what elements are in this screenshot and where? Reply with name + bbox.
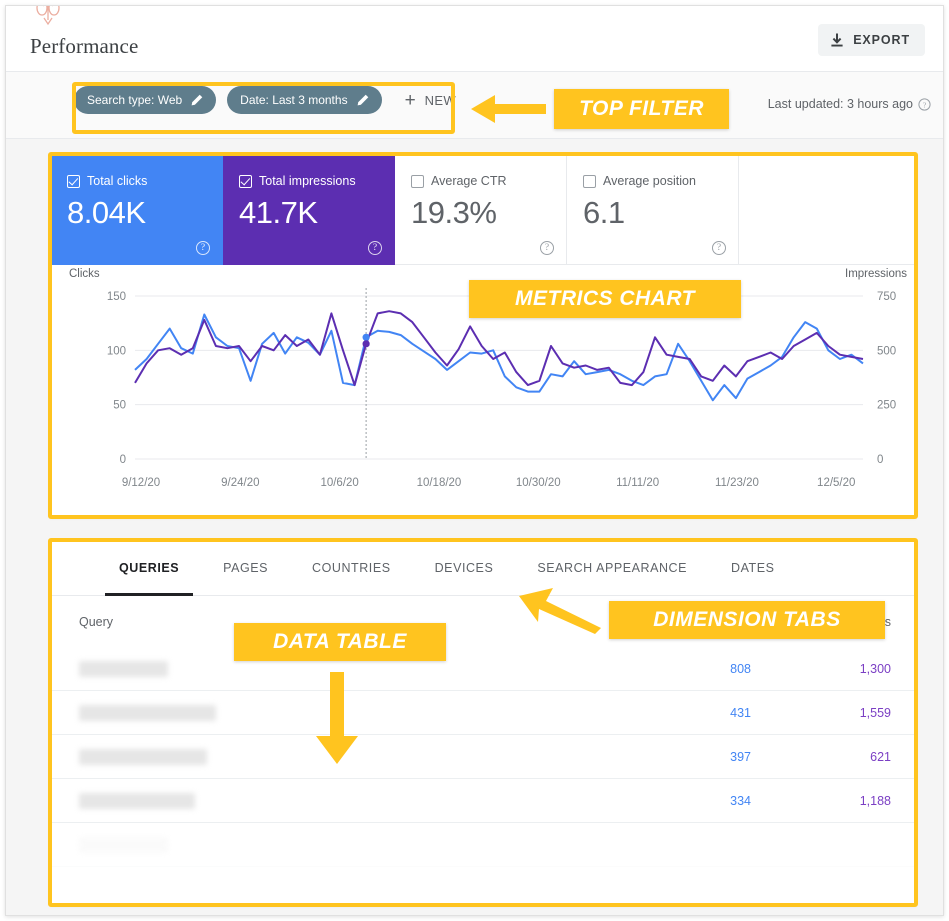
metric-checkbox-average-position[interactable] xyxy=(583,174,596,188)
new-filter-button[interactable]: + NEW xyxy=(405,91,456,110)
metric-card-total-impressions[interactable]: Total impressions 41.7K ? xyxy=(223,155,395,265)
pencil-icon xyxy=(191,94,203,106)
svg-text:9/24/20: 9/24/20 xyxy=(221,477,259,489)
table-cell-query: ████████ ████ xyxy=(79,792,641,809)
tab-devices[interactable]: DEVICES xyxy=(413,541,516,596)
svg-text:100: 100 xyxy=(107,345,126,357)
table-row[interactable]: █████ ████ 808 1,300 xyxy=(51,647,915,691)
svg-text:50: 50 xyxy=(113,400,126,412)
svg-text:9/12/20: 9/12/20 xyxy=(122,477,160,489)
browser-frame: Performance EXPORT Search type: Web Date… xyxy=(5,5,944,916)
filter-chip-date-label: Date: Last 3 months xyxy=(240,93,348,107)
question-mark-icon[interactable]: ? xyxy=(540,241,554,255)
last-updated-text: Last updated: 3 hours ago xyxy=(767,97,913,111)
annotation-dimension-tabs: DIMENSION TABS xyxy=(609,601,885,639)
download-icon xyxy=(831,33,843,46)
table-row[interactable]: ██████ ███ xyxy=(51,823,915,867)
svg-text:?: ? xyxy=(923,100,927,109)
pencil-icon xyxy=(357,94,368,106)
metric-label-average-position: Average position xyxy=(603,174,696,188)
filter-chip-date[interactable]: Date: Last 3 months xyxy=(227,86,382,114)
table-cell-clicks: 397 xyxy=(730,749,751,764)
filter-chips: Search type: Web Date: Last 3 months + N… xyxy=(74,86,456,114)
table-cell-impressions: 621 xyxy=(870,749,891,764)
tab-queries[interactable]: QUERIES xyxy=(97,541,201,596)
chart-left-axis-label: Clicks xyxy=(69,268,100,280)
question-mark-icon[interactable]: ? xyxy=(712,241,726,255)
table-row[interactable]: █████ ███ █████ 397 621 xyxy=(51,735,915,779)
metric-value-total-impressions: 41.7K xyxy=(239,195,318,230)
table-cell-query: ████ ██████ ████ xyxy=(79,704,641,721)
metric-label-average-ctr: Average CTR xyxy=(431,174,507,188)
table-cell-query: ██████ ███ xyxy=(79,836,641,853)
metric-card-total-clicks[interactable]: Total clicks 8.04K ? xyxy=(51,155,223,265)
table-cell-query: █████ ███ █████ xyxy=(79,748,641,765)
metric-value-total-clicks: 8.04K xyxy=(67,195,146,230)
question-mark-icon[interactable]: ? xyxy=(368,241,382,255)
table-cell-impressions: 1,300 xyxy=(859,661,891,676)
metric-value-average-ctr: 19.3% xyxy=(411,195,497,230)
metric-checkbox-total-impressions[interactable] xyxy=(239,174,252,188)
filter-chip-search-type-label: Search type: Web xyxy=(87,93,183,107)
export-button[interactable]: EXPORT xyxy=(818,24,925,56)
page-title: Performance xyxy=(30,34,139,58)
svg-text:10/30/20: 10/30/20 xyxy=(516,477,561,489)
export-label: EXPORT xyxy=(853,33,910,47)
svg-text:250: 250 xyxy=(877,400,896,412)
new-filter-label: NEW xyxy=(424,92,456,108)
table-cell-clicks: 334 xyxy=(730,793,751,808)
arrow-top-filter xyxy=(471,95,546,123)
svg-text:11/23/20: 11/23/20 xyxy=(715,477,759,489)
annotation-metrics-chart: METRICS CHART xyxy=(469,280,741,318)
svg-text:0: 0 xyxy=(120,454,126,466)
svg-text:750: 750 xyxy=(877,291,896,303)
metrics-chart-panel: Total clicks 8.04K ? Total impressions 4… xyxy=(50,154,916,517)
svg-text:500: 500 xyxy=(877,345,896,357)
table-cell-clicks: 431 xyxy=(730,705,751,720)
svg-text:150: 150 xyxy=(107,291,126,303)
annotation-top-filter: TOP FILTER xyxy=(554,89,729,129)
tab-dates[interactable]: DATES xyxy=(709,541,797,596)
question-mark-icon[interactable]: ? xyxy=(196,241,210,255)
svg-text:11/11/20: 11/11/20 xyxy=(616,477,659,489)
data-table-panel: QUERIES PAGES COUNTRIES DEVICES SEARCH APPEA… xyxy=(50,540,916,905)
svg-text:12/5/20: 12/5/20 xyxy=(817,477,855,489)
arrow-dimension-tabs xyxy=(519,588,601,634)
metric-cards: Total clicks 8.04K ? Total impressions 4… xyxy=(51,155,915,265)
tab-countries[interactable]: COUNTRIES xyxy=(290,541,413,596)
tab-pages[interactable]: PAGES xyxy=(201,541,290,596)
metric-label-total-impressions: Total impressions xyxy=(259,174,356,188)
table-cell-impressions: 1,188 xyxy=(859,793,891,808)
arrow-data-table xyxy=(316,672,358,764)
app-header: Performance EXPORT xyxy=(6,6,943,72)
filter-chip-search-type[interactable]: Search type: Web xyxy=(74,86,217,114)
chart-right-axis-label: Impressions xyxy=(845,268,907,280)
metric-checkbox-total-clicks[interactable] xyxy=(67,174,80,188)
metric-card-average-ctr[interactable]: Average CTR 19.3% ? xyxy=(395,155,567,265)
table-cell-clicks: 808 xyxy=(730,661,751,676)
table-row[interactable]: ████ ██████ ████ 431 1,559 xyxy=(51,691,915,735)
question-mark-icon[interactable]: ? xyxy=(918,97,931,111)
app-screenshot: Performance EXPORT Search type: Web Date… xyxy=(0,0,949,921)
svg-text:10/6/20: 10/6/20 xyxy=(320,477,358,489)
metric-checkbox-average-ctr[interactable] xyxy=(411,174,424,188)
table-cell-query: █████ ████ xyxy=(79,660,641,677)
metric-label-total-clicks: Total clicks xyxy=(87,174,148,188)
metric-value-average-position: 6.1 xyxy=(583,195,625,230)
metric-card-average-position[interactable]: Average position 6.1 ? xyxy=(567,155,739,265)
plus-icon: + xyxy=(404,89,416,111)
dimension-tabs: QUERIES PAGES COUNTRIES DEVICES SEARCH APPEA… xyxy=(51,541,915,596)
last-updated-status: Last updated: 3 hours ago ? xyxy=(768,97,931,111)
table-cell-impressions: 1,559 xyxy=(859,705,891,720)
annotation-data-table: DATA TABLE xyxy=(234,623,446,661)
svg-text:10/18/20: 10/18/20 xyxy=(417,477,462,489)
svg-text:0: 0 xyxy=(877,454,883,466)
table-row[interactable]: ████████ ████ 334 1,188 xyxy=(51,779,915,823)
